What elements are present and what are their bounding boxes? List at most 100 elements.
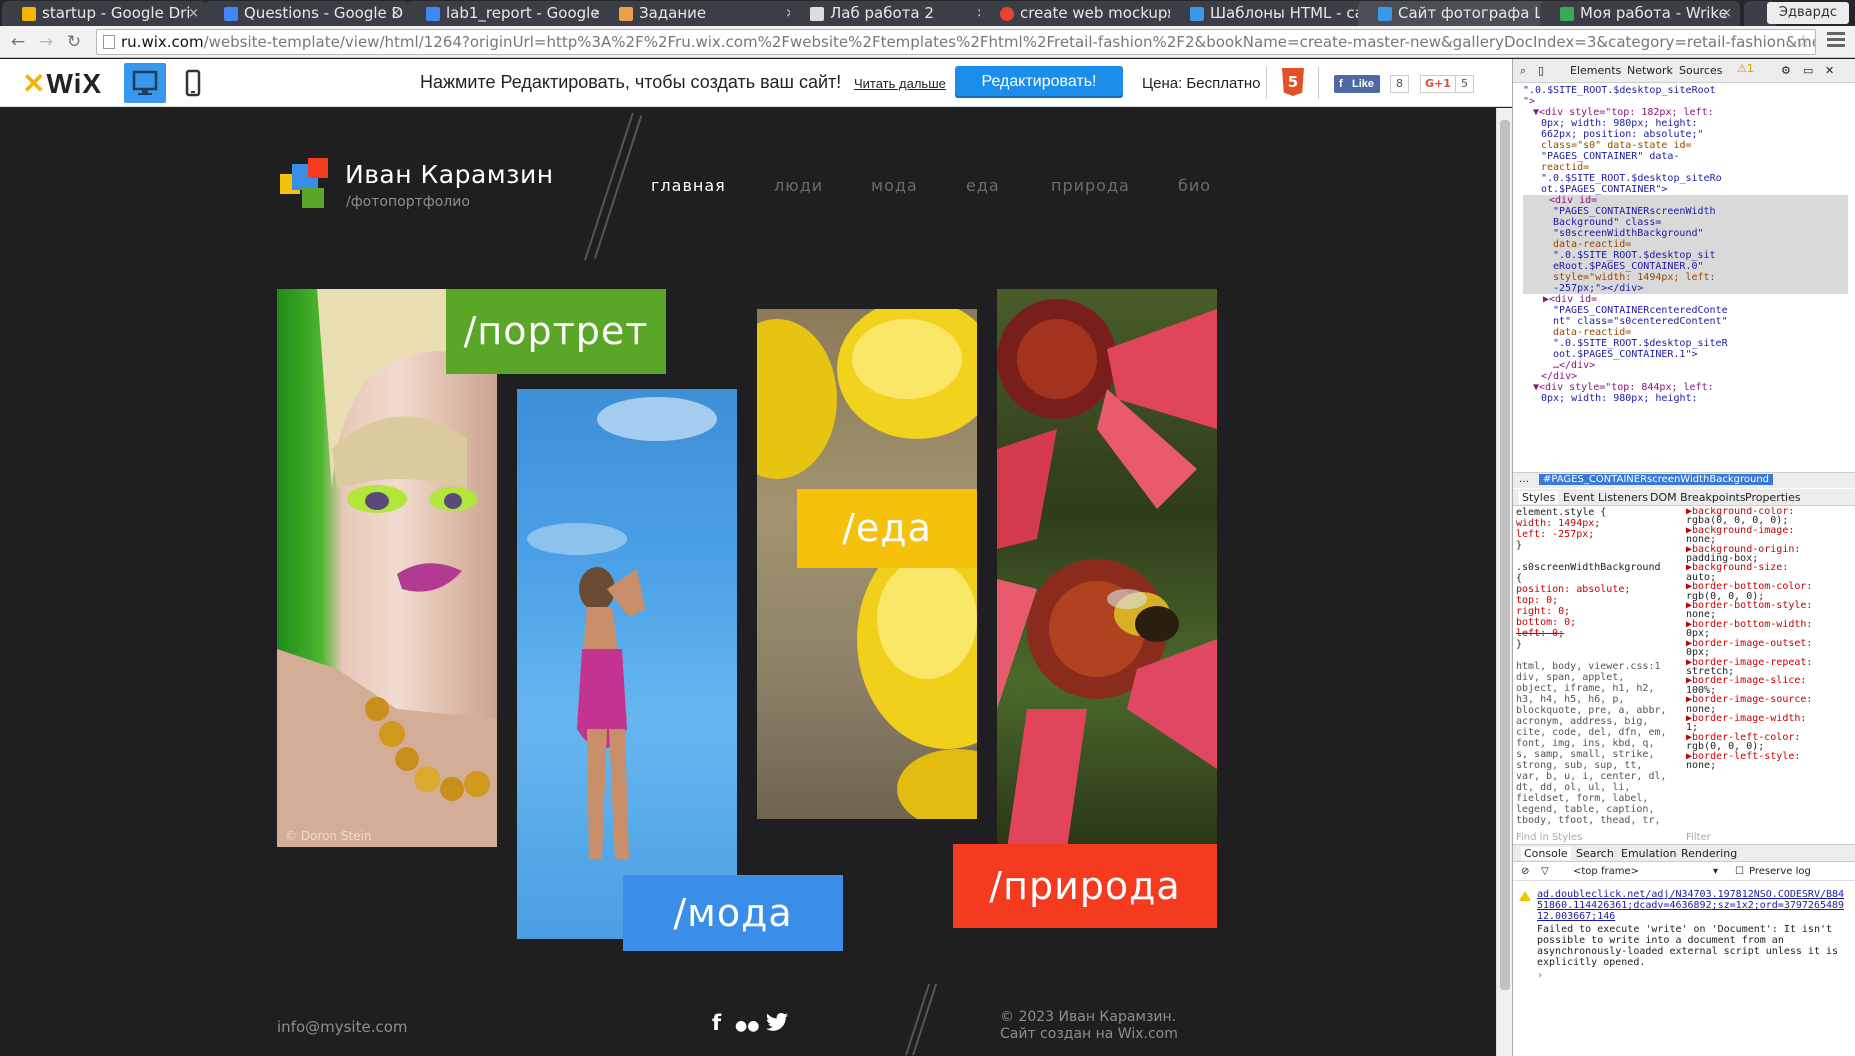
console-source-link[interactable]: ad.doubleclick.net/adj/N34703.197812NSO.… [1537,889,1849,922]
page-scrollbar[interactable] [1496,108,1512,1056]
tab-styles[interactable]: Styles [1519,491,1559,504]
browser-tab[interactable]: create web mockups× [980,1,1185,26]
facebook-like-button[interactable]: Like [1334,75,1381,93]
bookmark-star-icon[interactable]: ☆ [1796,30,1811,54]
tab-sources[interactable]: Sources [1679,64,1723,77]
facebook-icon[interactable]: f [712,1011,721,1035]
footer-copyright: © 2023 Иван Карамзин. Сайт создан на Wix… [1000,1009,1178,1042]
read-more-link[interactable]: Читать дальше [854,76,946,91]
divider [1318,67,1319,99]
menu-icon[interactable] [1827,32,1845,50]
browser-tab[interactable]: Questions - Google D × [204,1,409,26]
tab-network[interactable]: Network [1627,64,1673,77]
selected-dom-node[interactable]: <div id= "PAGES_CONTAINERscreenWidth Bac… [1523,195,1848,294]
nature-photo[interactable] [997,289,1217,849]
warning-count[interactable]: ⚠1 [1737,62,1754,75]
tab-elements[interactable]: Elements [1570,64,1621,77]
breadcrumb-selected[interactable]: #PAGES_CONTAINERscreenWidthBackground [1539,474,1774,485]
photo-watermark: © Doron Stein [285,829,372,843]
back-icon[interactable]: ← [8,32,28,52]
tab-emulation[interactable]: Emulation [1621,847,1677,860]
moodle-icon [619,7,633,21]
site-subtitle: /фотопортфолио [346,194,470,210]
wix-icon [1378,7,1392,21]
dom-tree[interactable]: ".0.$SITE_ROOT.$desktop_siteRoot "> ▼<di… [1523,85,1848,467]
edit-button[interactable]: Редактировать! [955,66,1123,98]
styles-pane[interactable]: element.style { width: 1494px; left: -25… [1516,507,1681,827]
page-icon [103,35,115,49]
nav-nature[interactable]: природа [1051,176,1130,195]
fashion-label[interactable]: /мода [623,875,843,951]
console-prompt[interactable]: › [1537,968,1849,981]
food-label[interactable]: /еда [797,489,977,568]
profile-button[interactable]: Эдвардс [1766,2,1849,24]
tab-properties[interactable]: Properties [1745,491,1801,504]
close-icon[interactable]: × [1721,1,1732,26]
inspect-icon[interactable]: ⌕ [1520,64,1526,78]
divider [1266,67,1267,99]
clear-console-icon[interactable]: ⊘ [1521,866,1529,877]
portrait-label[interactable]: /портрет [446,289,666,374]
browser-tab[interactable]: Шаблоны HTML - са× [1170,1,1375,26]
dom-breadcrumb: … #PAGES_CONTAINERscreenWidthBackground [1513,472,1855,488]
twitter-icon[interactable] [766,1013,788,1036]
browser-toolbar: ← → ↻ ru.wix.com/website-template/view/h… [0,26,1855,58]
dock-icon[interactable]: ▭ [1803,64,1813,77]
nature-image [997,299,1217,849]
mobile-view-button[interactable] [172,63,214,103]
scrollbar-thumb[interactable] [1500,120,1510,990]
tab-event-listeners[interactable]: Event Listeners [1563,491,1648,504]
computed-styles-pane[interactable]: ▶background-color: rgba(0, 0, 0, 0); ▶ba… [1686,507,1851,817]
browser-tab[interactable]: lab1_report - Google × [406,1,611,26]
decor-slash [584,112,634,261]
nature-label[interactable]: /природа [953,844,1217,928]
tab-console[interactable]: Console [1521,847,1571,860]
browser-tab-active[interactable]: Сайт фотографа Ша× [1358,1,1563,26]
browser-tab[interactable]: Лаб работа 2× [790,1,995,26]
site-title[interactable]: Иван Карамзин [345,160,554,189]
device-icon[interactable]: ▯ [1538,64,1544,77]
phone-icon [185,69,201,97]
html5-icon: 5 [1282,68,1304,96]
address-bar[interactable]: ru.wix.com/website-template/view/html/12… [96,29,1816,55]
preserve-log-checkbox[interactable]: ☐ [1735,866,1744,877]
browser-tab[interactable]: Моя работа - Wrike × [1540,1,1740,26]
preserve-log-label: Preserve log [1749,866,1811,877]
forward-icon[interactable]: → [36,32,56,52]
nav-fashion[interactable]: мода [871,176,918,195]
docs-icon [224,7,238,21]
drive-icon [22,7,36,21]
site-logo[interactable] [280,158,332,210]
tab-dom-breakpoints[interactable]: DOM Breakpoints [1650,491,1746,504]
nav-food[interactable]: еда [966,176,1000,195]
flickr-icon[interactable]: ●● [735,1018,759,1034]
computed-filter-input[interactable]: Filter [1686,832,1711,843]
decor-slash [594,115,643,259]
filter-icon[interactable]: ▽ [1541,866,1549,877]
styles-subtabs: Styles Event Listeners DOM Breakpoints P… [1513,489,1855,506]
find-in-styles-input[interactable]: Find in Styles [1516,832,1582,843]
chevron-down-icon[interactable]: ▾ [1713,866,1718,877]
nav-people[interactable]: люди [774,176,823,195]
warning-icon [1519,891,1531,901]
settings-icon[interactable]: ⚙ [1781,64,1791,77]
close-icon[interactable]: ✕ [1825,64,1834,77]
tab-search[interactable]: Search [1576,847,1614,860]
nav-bio[interactable]: био [1178,176,1211,195]
google-plus-button[interactable]: G+1 [1420,75,1456,93]
promo-text: Нажмите Редактировать, чтобы создать ваш… [420,72,842,92]
desktop-view-button[interactable] [124,63,166,103]
reload-icon[interactable]: ↻ [64,32,84,52]
browser-tab[interactable]: startup - Google Dri × [2,1,207,26]
fashion-photo[interactable] [517,389,737,939]
nav-home[interactable]: главная [651,176,726,195]
browser-tab[interactable]: Задание× [599,1,804,26]
tab-rendering[interactable]: Rendering [1681,847,1737,860]
wix-logo[interactable]: ✕WiX [22,67,102,100]
wix-icon [1190,7,1204,21]
footer-email-link[interactable]: info@mysite.com [277,1018,408,1036]
close-icon[interactable]: × [188,1,199,26]
frame-select[interactable]: <top frame> [1573,866,1639,877]
browser-tab-strip: startup - Google Dri × Questions - Google… [0,0,1855,26]
close-icon[interactable]: × [390,1,401,26]
